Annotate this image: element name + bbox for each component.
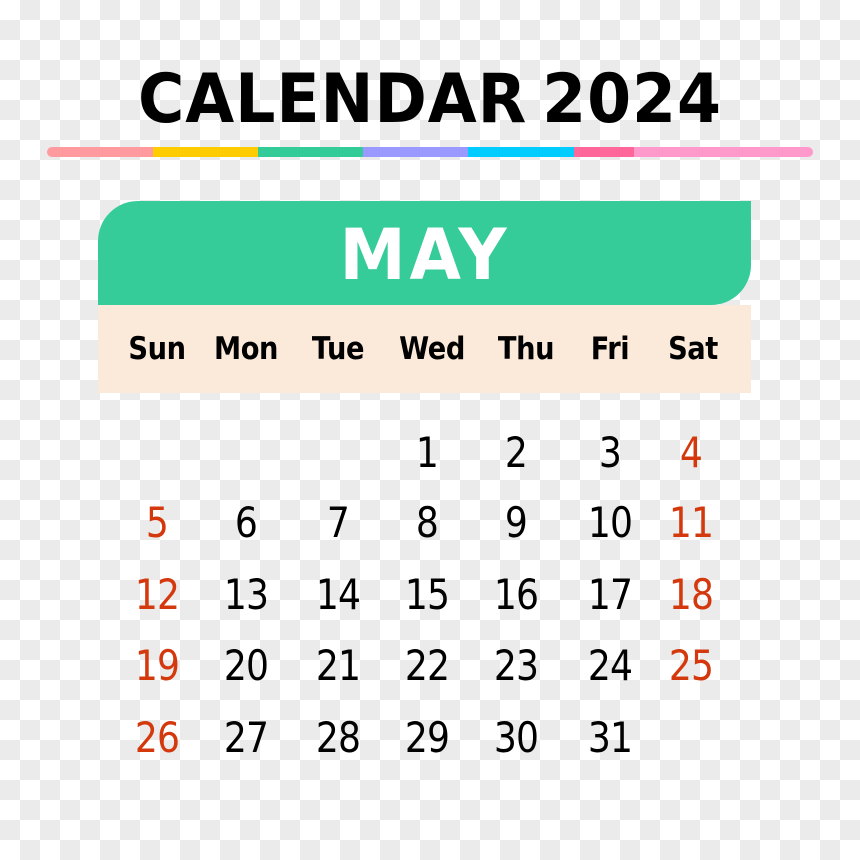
day-cell-7: 7 bbox=[326, 498, 350, 547]
day-cell-22: 22 bbox=[404, 641, 450, 690]
day-cell-10: 10 bbox=[587, 498, 633, 547]
day-cell-29: 29 bbox=[404, 713, 450, 762]
day-cell-17: 17 bbox=[587, 570, 633, 619]
day-cell-5: 5 bbox=[145, 498, 169, 547]
day-cell-3: 3 bbox=[598, 428, 622, 477]
day-cell-16: 16 bbox=[493, 570, 539, 619]
day-cell-21: 21 bbox=[315, 641, 361, 690]
day-cell-28: 28 bbox=[315, 713, 361, 762]
day-cell-8: 8 bbox=[415, 498, 439, 547]
day-cell-6: 6 bbox=[234, 498, 258, 547]
day-cell-15: 15 bbox=[404, 570, 450, 619]
days-grid: 1 2 3 4 5 6 7 8 9 10 11 12 13 14 15 16 17 18 19 20 21 22 23 24 2… bbox=[0, 0, 860, 860]
day-cell-24: 24 bbox=[587, 641, 633, 690]
day-cell-18: 18 bbox=[668, 570, 714, 619]
day-cell-12: 12 bbox=[134, 570, 180, 619]
day-cell-9: 9 bbox=[504, 498, 528, 547]
day-cell-14: 14 bbox=[315, 570, 361, 619]
day-cell-27: 27 bbox=[223, 713, 269, 762]
day-cell-31: 31 bbox=[587, 713, 633, 762]
day-cell-20: 20 bbox=[223, 641, 269, 690]
day-cell-1: 1 bbox=[415, 428, 439, 477]
day-cell-30: 30 bbox=[493, 713, 539, 762]
day-cell-13: 13 bbox=[223, 570, 269, 619]
day-cell-26: 26 bbox=[134, 713, 180, 762]
day-cell-19: 19 bbox=[134, 641, 180, 690]
day-cell-4: 4 bbox=[679, 428, 703, 477]
day-cell-23: 23 bbox=[493, 641, 539, 690]
calendar-canvas: { "header": { "title_word": "CALENDAR", … bbox=[0, 0, 860, 860]
day-cell-11: 11 bbox=[668, 498, 714, 547]
day-cell-2: 2 bbox=[504, 428, 528, 477]
day-cell-25: 25 bbox=[668, 641, 714, 690]
